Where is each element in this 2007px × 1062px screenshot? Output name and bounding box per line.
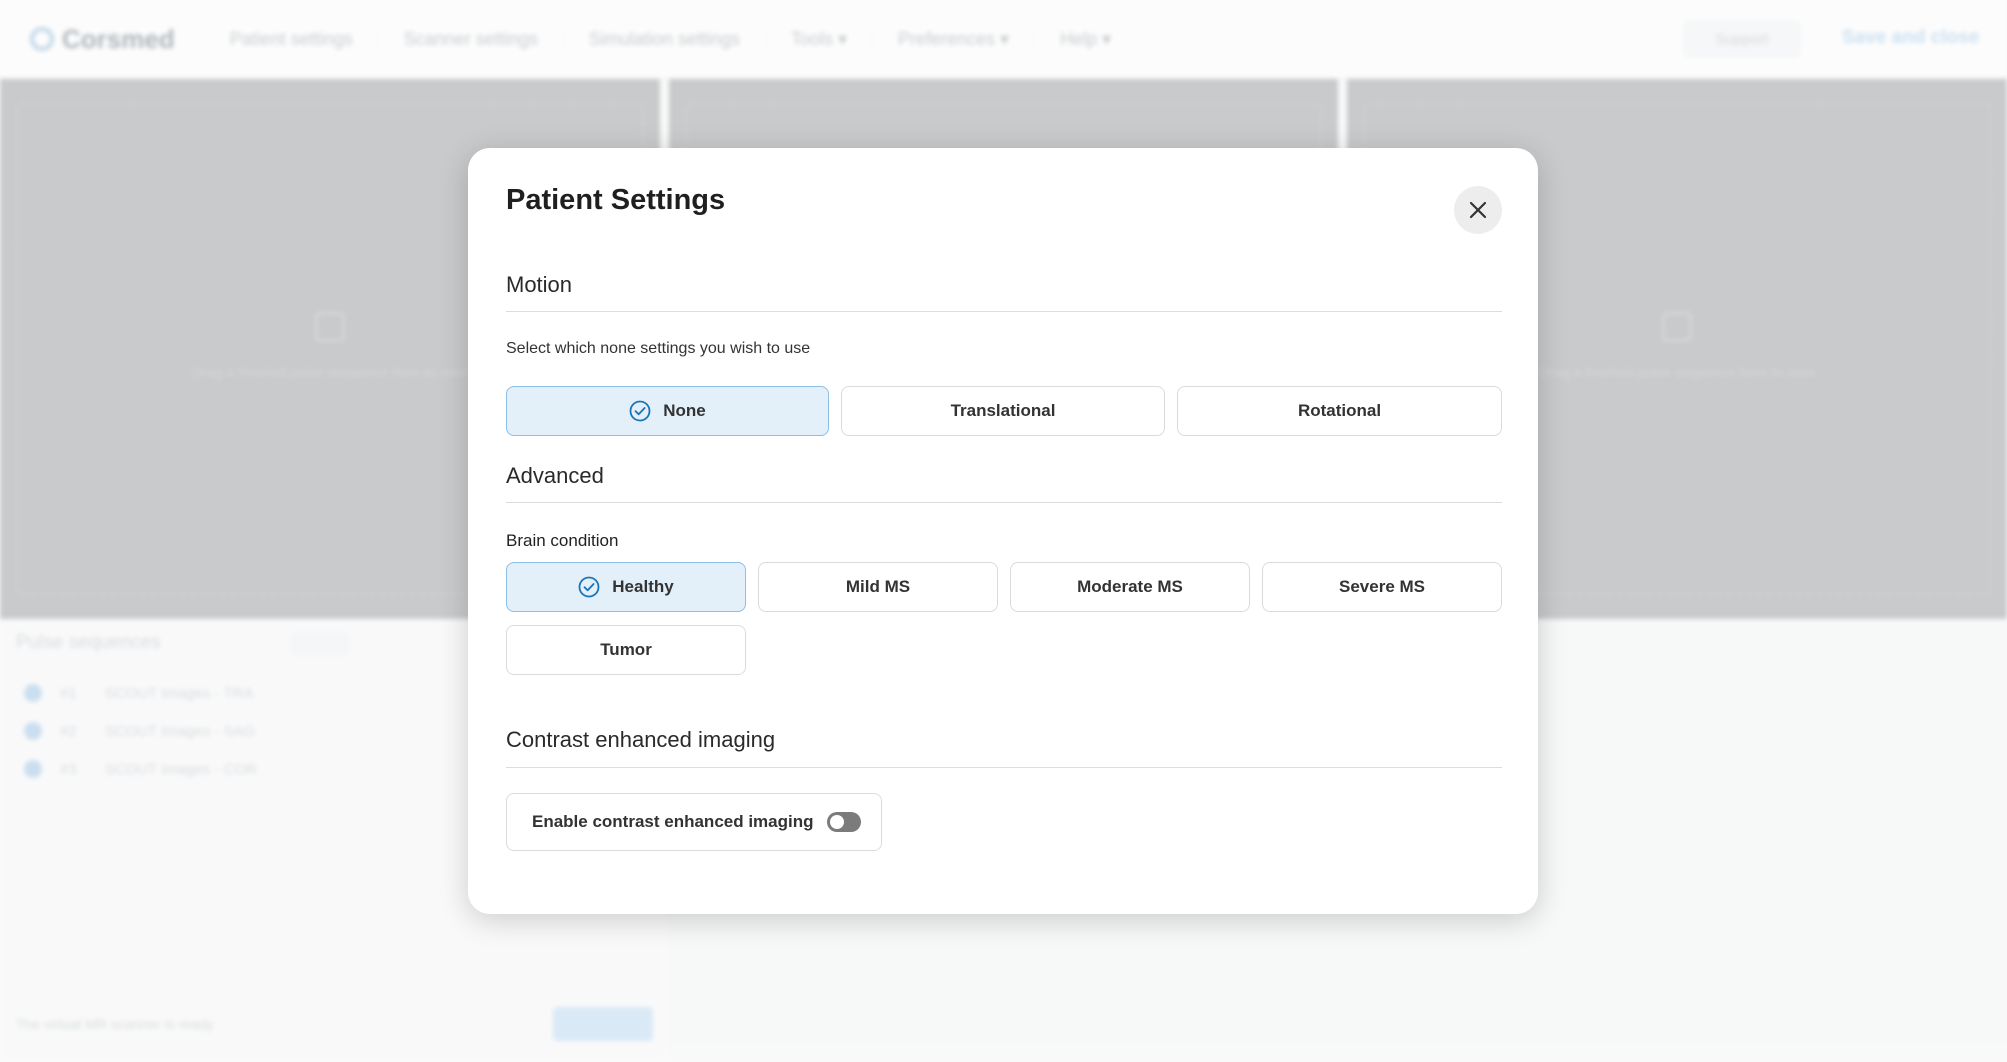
check-circle-icon xyxy=(578,576,600,598)
contrast-toggle-label: Enable contrast enhanced imaging xyxy=(532,812,814,831)
option-label: Mild MS xyxy=(845,577,911,596)
brain-option-severe-ms[interactable]: Severe MS xyxy=(1262,562,1502,612)
option-label: Moderate MS xyxy=(1077,577,1183,596)
motion-option-translational[interactable]: Translational xyxy=(841,386,1165,436)
option-label: Rotational xyxy=(1297,401,1382,420)
option-label: Tumor xyxy=(600,640,652,659)
option-label: Translational xyxy=(950,401,1056,420)
brain-condition-label: Brain condition xyxy=(506,531,619,550)
contrast-toggle-switch[interactable] xyxy=(827,812,861,832)
advanced-section-title: Advanced xyxy=(506,463,604,488)
close-icon xyxy=(1469,201,1487,219)
brain-option-tumor[interactable]: Tumor xyxy=(506,625,746,675)
brain-option-healthy[interactable]: Healthy xyxy=(506,562,746,612)
divider xyxy=(506,502,1502,503)
divider xyxy=(506,767,1502,768)
motion-section-title: Motion xyxy=(506,272,573,297)
option-label: None xyxy=(663,401,706,420)
brain-option-mild-ms[interactable]: Mild MS xyxy=(758,562,998,612)
motion-description: Select which none settings you wish to u… xyxy=(506,340,811,357)
patient-settings-modal: Patient Settings Motion Select which non… xyxy=(468,148,1538,914)
contrast-toggle-row: Enable contrast enhanced imaging xyxy=(506,793,882,851)
motion-option-none[interactable]: None xyxy=(506,386,829,436)
motion-option-rotational[interactable]: Rotational xyxy=(1177,386,1502,436)
option-label: Severe MS xyxy=(1339,577,1425,596)
divider xyxy=(506,311,1502,312)
modal-title: Patient Settings xyxy=(506,184,726,216)
close-button[interactable] xyxy=(1454,186,1502,234)
brain-option-moderate-ms[interactable]: Moderate MS xyxy=(1010,562,1250,612)
contrast-section-title: Contrast enhanced imaging xyxy=(506,727,776,752)
option-label: Healthy xyxy=(612,577,674,596)
toggle-knob xyxy=(830,815,844,829)
check-circle-icon xyxy=(629,400,651,422)
